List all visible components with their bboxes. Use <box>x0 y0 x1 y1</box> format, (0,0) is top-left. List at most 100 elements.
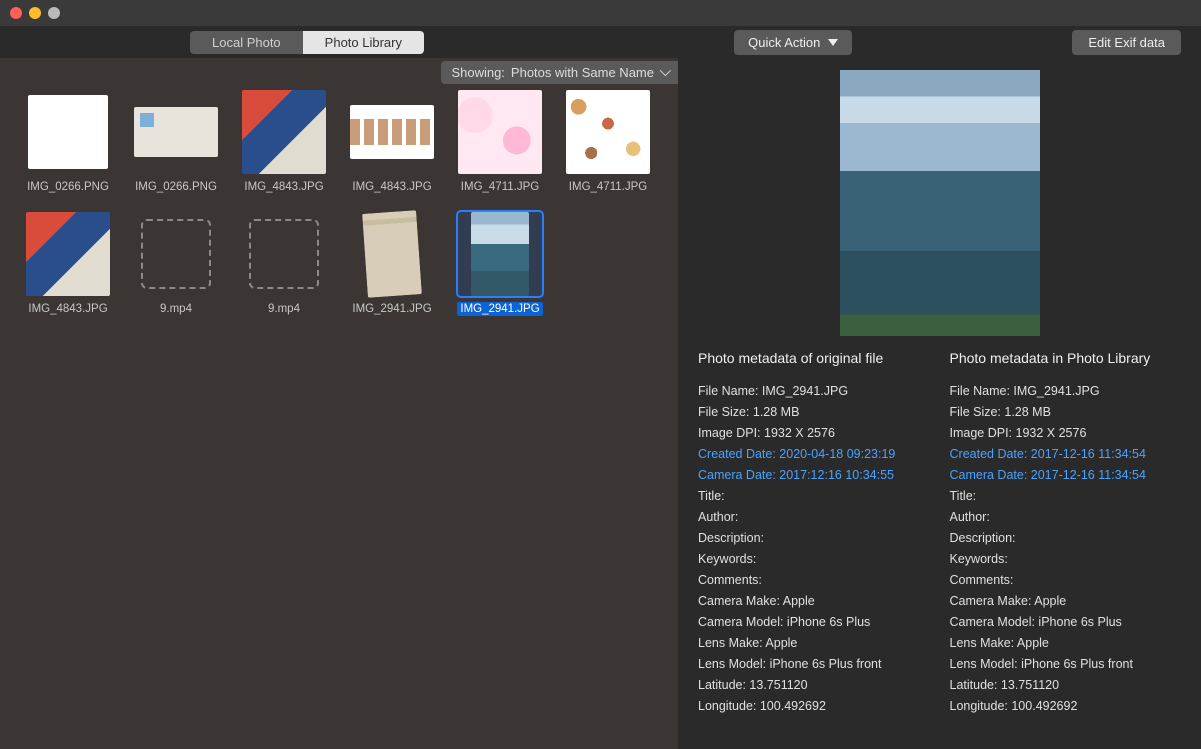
edit-exif-button[interactable]: Edit Exif data <box>1072 30 1181 55</box>
thumbnail-image <box>566 90 650 174</box>
thumbnail-item[interactable]: 9.mp4 <box>242 212 326 316</box>
thumbnail-item[interactable]: 9.mp4 <box>134 212 218 316</box>
metadata-title-library: Photo metadata in Photo Library <box>950 350 1182 366</box>
metadata-row: Camera Date: 2017-12-16 11:34:54 <box>950 468 1182 482</box>
thumbnail-inner <box>26 212 110 296</box>
metadata-library: Photo metadata in Photo Library File Nam… <box>950 350 1182 720</box>
metadata-row: Created Date: 2020-04-18 09:23:19 <box>698 447 930 461</box>
tab-photo-library[interactable]: Photo Library <box>303 31 424 54</box>
filter-bar: Showing: Photos with Same Name <box>0 58 678 86</box>
metadata-row: Latitude: 13.751120 <box>698 678 930 692</box>
placeholder-icon <box>141 219 211 289</box>
thumbnail-pane: Showing: Photos with Same Name IMG_0266.… <box>0 58 678 749</box>
thumbnail-image <box>242 212 326 296</box>
thumbnail-image <box>350 90 434 174</box>
thumbnail-label: IMG_4843.JPG <box>241 180 326 194</box>
metadata-row: File Size: 1.28 MB <box>698 405 930 419</box>
metadata-columns: Photo metadata of original file File Nam… <box>698 350 1181 720</box>
thumbnail-inner <box>566 90 650 174</box>
metadata-row: Description: <box>698 531 930 545</box>
placeholder-icon <box>249 219 319 289</box>
detail-pane: Photo metadata of original file File Nam… <box>678 58 1201 749</box>
maximize-icon[interactable] <box>48 7 60 19</box>
thumbnail-label: IMG_0266.PNG <box>24 180 112 194</box>
source-tabs: Local Photo Photo Library <box>190 31 424 54</box>
metadata-row: Lens Make: Apple <box>950 636 1182 650</box>
thumbnail-label: IMG_4711.JPG <box>458 180 542 194</box>
thumbnail-inner <box>28 95 108 169</box>
metadata-row: Latitude: 13.751120 <box>950 678 1182 692</box>
metadata-row: Author: <box>698 510 930 524</box>
preview-image <box>840 70 1040 336</box>
metadata-row: Longitude: 100.492692 <box>698 699 930 713</box>
metadata-row: Created Date: 2017-12-16 11:34:54 <box>950 447 1182 461</box>
metadata-row: File Name: IMG_2941.JPG <box>950 384 1182 398</box>
metadata-row: Camera Model: iPhone 6s Plus <box>950 615 1182 629</box>
toolbar: Local Photo Photo Library Quick Action E… <box>0 26 1201 58</box>
thumbnail-label: IMG_0266.PNG <box>132 180 220 194</box>
filter-dropdown[interactable]: Showing: Photos with Same Name <box>441 61 678 84</box>
metadata-row: Image DPI: 1932 X 2576 <box>698 426 930 440</box>
metadata-row: File Name: IMG_2941.JPG <box>698 384 930 398</box>
close-icon[interactable] <box>10 7 22 19</box>
thumbnail-item[interactable]: IMG_2941.JPG <box>458 212 542 316</box>
thumbnail-inner <box>471 212 529 296</box>
metadata-title-original: Photo metadata of original file <box>698 350 930 366</box>
thumbnail-inner <box>242 90 326 174</box>
thumbnail-image <box>26 212 110 296</box>
thumbnail-item[interactable]: IMG_2941.JPG <box>350 212 434 316</box>
thumbnail-item[interactable]: IMG_4711.JPG <box>566 90 650 194</box>
thumbnail-label: IMG_4843.JPG <box>25 302 110 316</box>
tab-local-photo[interactable]: Local Photo <box>190 31 303 54</box>
metadata-row: Camera Make: Apple <box>698 594 930 608</box>
thumbnail-item[interactable]: IMG_0266.PNG <box>134 90 218 194</box>
thumbnail-item[interactable]: IMG_4711.JPG <box>458 90 542 194</box>
quick-action-label: Quick Action <box>748 35 820 50</box>
metadata-row: Camera Date: 2017:12:16 10:34:55 <box>698 468 930 482</box>
thumbnail-label: IMG_4711.JPG <box>566 180 650 194</box>
thumbnail-image <box>458 90 542 174</box>
thumbnail-item[interactable]: IMG_4843.JPG <box>26 212 110 316</box>
metadata-row: Author: <box>950 510 1182 524</box>
metadata-row: Camera Make: Apple <box>950 594 1182 608</box>
thumbnail-label: 9.mp4 <box>157 302 195 316</box>
thumbnail-item[interactable]: IMG_4843.JPG <box>350 90 434 194</box>
thumbnail-image <box>134 90 218 174</box>
thumbnail-item[interactable]: IMG_0266.PNG <box>26 90 110 194</box>
metadata-row: Keywords: <box>698 552 930 566</box>
main-content: Showing: Photos with Same Name IMG_0266.… <box>0 58 1201 749</box>
thumbnail-label: IMG_2941.JPG <box>349 302 434 316</box>
thumbnail-image <box>26 90 110 174</box>
metadata-row: Lens Model: iPhone 6s Plus front <box>698 657 930 671</box>
thumbnail-inner <box>458 90 542 174</box>
thumbnail-inner <box>362 210 422 298</box>
metadata-row: Title: <box>950 489 1182 503</box>
metadata-row: Keywords: <box>950 552 1182 566</box>
metadata-row: Comments: <box>950 573 1182 587</box>
thumbnail-inner <box>350 105 434 159</box>
thumbnail-item[interactable]: IMG_4843.JPG <box>242 90 326 194</box>
titlebar <box>0 0 1201 26</box>
thumbnail-label: IMG_2941.JPG <box>457 302 542 316</box>
metadata-row: Title: <box>698 489 930 503</box>
chevron-down-icon <box>828 39 838 46</box>
thumbnail-label: IMG_4843.JPG <box>349 180 434 194</box>
metadata-row: Image DPI: 1932 X 2576 <box>950 426 1182 440</box>
thumbnail-image <box>350 212 434 296</box>
metadata-row: Comments: <box>698 573 930 587</box>
thumbnail-inner <box>134 107 218 157</box>
metadata-row: Description: <box>950 531 1182 545</box>
thumbnail-image <box>458 212 542 296</box>
filter-value: Photos with Same Name <box>511 65 654 80</box>
chevron-down-icon <box>660 65 671 76</box>
metadata-original: Photo metadata of original file File Nam… <box>698 350 930 720</box>
filter-prefix: Showing: <box>451 65 504 80</box>
quick-action-button[interactable]: Quick Action <box>734 30 852 55</box>
thumbnail-image <box>134 212 218 296</box>
thumbnail-image <box>242 90 326 174</box>
metadata-row: Lens Make: Apple <box>698 636 930 650</box>
minimize-icon[interactable] <box>29 7 41 19</box>
metadata-row: Lens Model: iPhone 6s Plus front <box>950 657 1182 671</box>
metadata-row: Camera Model: iPhone 6s Plus <box>698 615 930 629</box>
metadata-row: File Size: 1.28 MB <box>950 405 1182 419</box>
